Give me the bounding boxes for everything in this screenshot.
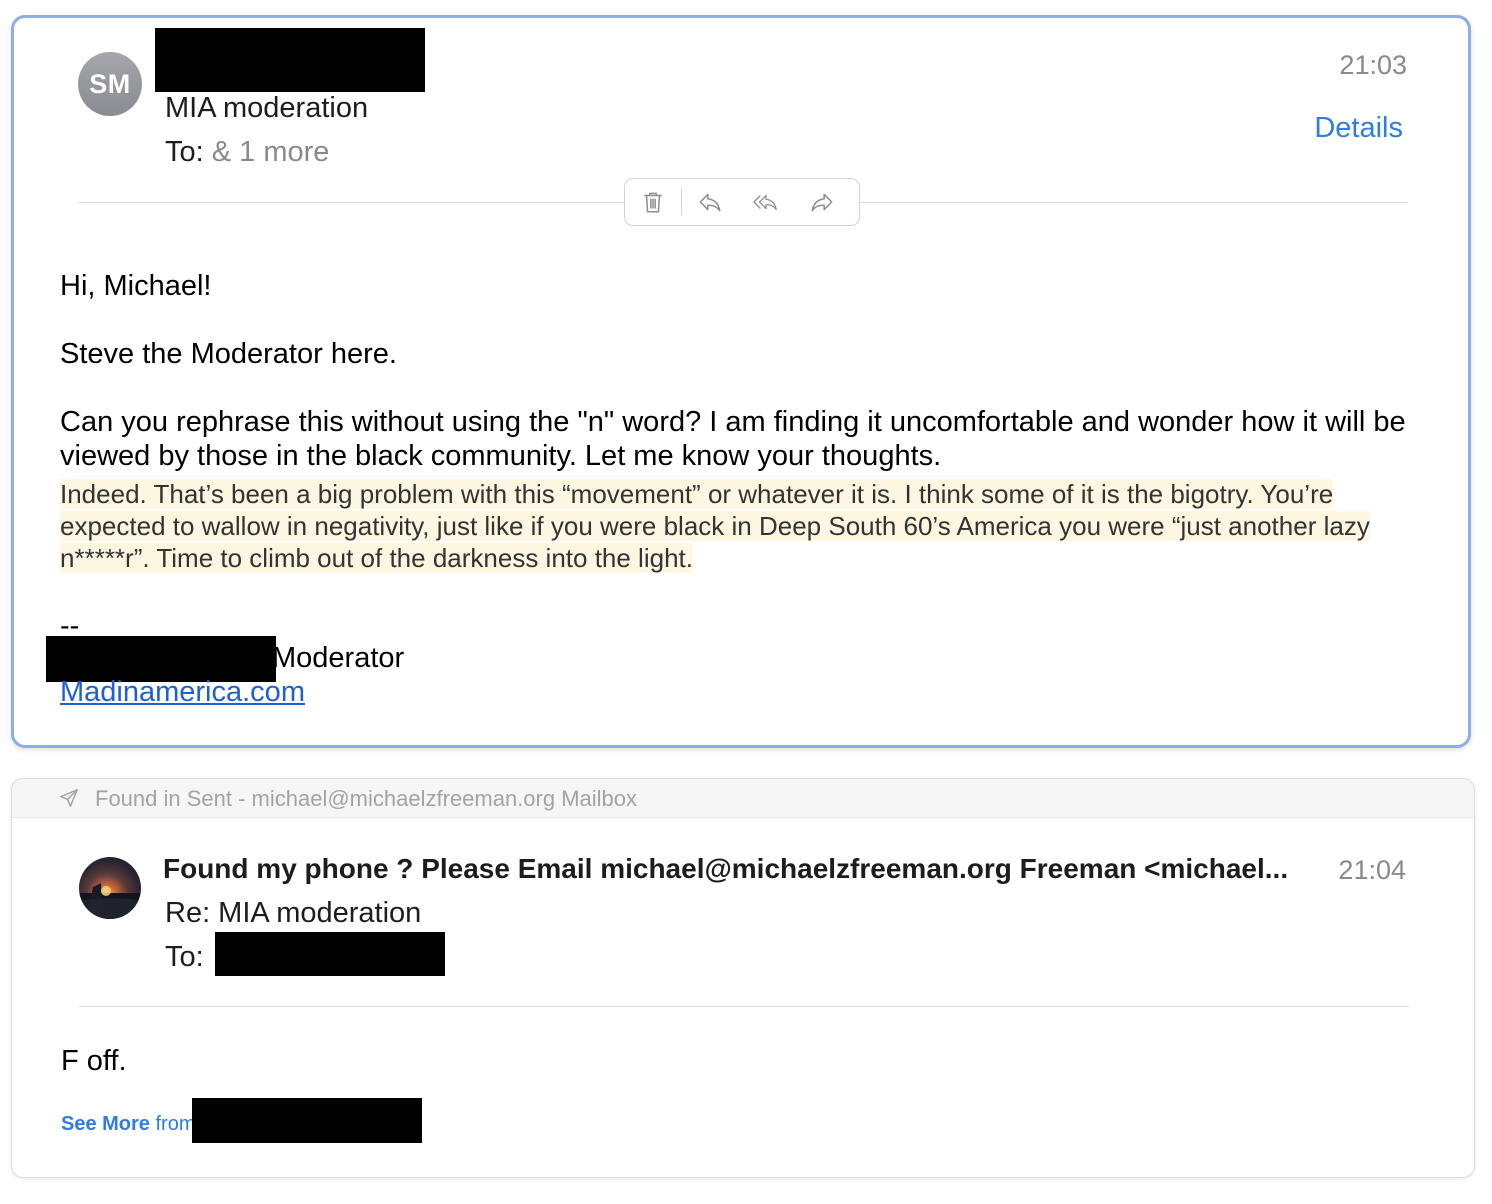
details-link[interactable]: Details bbox=[1314, 112, 1403, 145]
recipients-line: To: bbox=[165, 941, 204, 974]
reply-body: F off. bbox=[61, 1045, 127, 1077]
signature-link[interactable]: Madinamerica.com bbox=[60, 676, 305, 709]
redacted-recipient bbox=[215, 932, 445, 976]
quoted-text: Indeed. That’s been a big problem with t… bbox=[60, 478, 1420, 574]
message-time: 21:04 bbox=[1338, 855, 1406, 885]
signature-role: Moderator bbox=[272, 642, 405, 674]
sender-avatar: SM bbox=[78, 52, 142, 116]
found-in-text: Found in Sent - michael@michaelzfreeman.… bbox=[95, 786, 638, 811]
forward-icon bbox=[811, 193, 833, 212]
forward-button[interactable] bbox=[794, 180, 850, 224]
see-more-link[interactable]: See More from bbox=[61, 1113, 196, 1136]
see-more-label: See More bbox=[61, 1113, 150, 1135]
to-label: To: bbox=[165, 941, 204, 973]
body-greeting: Hi, Michael! bbox=[60, 270, 212, 302]
reply-all-icon bbox=[753, 194, 777, 211]
reply-icon bbox=[699, 193, 721, 212]
message-subject: MIA moderation bbox=[165, 92, 369, 124]
header-divider bbox=[79, 1006, 1409, 1007]
message-action-toolbar bbox=[624, 178, 860, 226]
message-subject: Re: MIA moderation bbox=[165, 897, 422, 929]
quoted-text-content: Indeed. That’s been a big problem with t… bbox=[60, 479, 1370, 573]
message-card[interactable]: Found in Sent - michael@michaelzfreeman.… bbox=[11, 778, 1475, 1178]
delete-button[interactable] bbox=[625, 180, 681, 224]
message-time: 21:03 bbox=[1339, 50, 1407, 80]
body-main-paragraph: Can you rephrase this without using the … bbox=[60, 406, 1406, 472]
redacted-sender-name bbox=[155, 28, 425, 92]
recipients-line: To: & 1 more bbox=[165, 136, 329, 169]
reply-button[interactable] bbox=[682, 180, 738, 224]
redacted-see-more-sender bbox=[192, 1098, 422, 1143]
trash-icon bbox=[644, 192, 662, 213]
paper-plane-icon bbox=[60, 789, 78, 807]
to-label: To: bbox=[165, 136, 204, 168]
recipients-more[interactable]: & 1 more bbox=[212, 136, 330, 168]
found-in-sent-bar: Found in Sent - michael@michaelzfreeman.… bbox=[12, 779, 1474, 818]
sender-name: Found my phone ? Please Email michael@mi… bbox=[163, 853, 1289, 884]
body-intro: Steve the Moderator here. bbox=[60, 338, 397, 370]
sender-avatar-photo bbox=[79, 857, 141, 919]
reply-all-button[interactable] bbox=[738, 180, 794, 224]
see-more-from: from bbox=[149, 1113, 196, 1135]
